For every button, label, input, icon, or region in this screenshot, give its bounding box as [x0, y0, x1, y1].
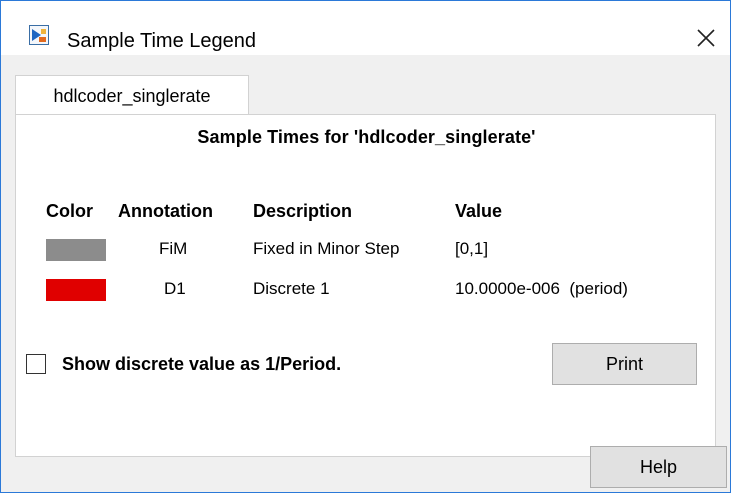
window-title: Sample Time Legend	[67, 30, 257, 52]
title-bar: Sample Time Legend	[1, 1, 730, 55]
annotation-cell: FiM	[159, 239, 188, 258]
description-cell: Discrete 1	[253, 279, 330, 298]
simulink-icon	[29, 25, 49, 45]
sample-time-legend-window: Sample Time Legend hdlcoder_singlerate S…	[0, 0, 731, 493]
column-header-value: Value	[455, 201, 503, 221]
close-button[interactable]	[691, 23, 721, 53]
panel-heading: Sample Times for 'hdlcoder_singlerate'	[197, 127, 536, 147]
color-swatch	[46, 279, 106, 301]
checkbox-label: Show discrete value as 1/Period.	[62, 354, 342, 374]
value-cell: [0,1]	[455, 239, 489, 258]
description-cell: Fixed in Minor Step	[253, 239, 400, 258]
column-header-color: Color	[46, 201, 93, 221]
color-swatch	[46, 239, 106, 261]
help-button[interactable]: Help	[590, 446, 727, 488]
annotation-cell: D1	[164, 279, 186, 298]
tab-hdlcoder-singlerate[interactable]: hdlcoder_singlerate	[15, 75, 249, 115]
column-header-description: Description	[253, 201, 353, 221]
column-header-annotation: Annotation	[118, 201, 213, 221]
show-discrete-as-rate-checkbox[interactable]	[26, 354, 46, 374]
legend-panel: Sample Times for 'hdlcoder_singlerate' C…	[15, 114, 716, 457]
print-button[interactable]: Print	[552, 343, 697, 385]
close-icon	[697, 29, 715, 47]
dialog-content: hdlcoder_singlerate Sample Times for 'hd…	[1, 55, 730, 492]
value-cell: 10.0000e-006 (period)	[455, 279, 628, 298]
